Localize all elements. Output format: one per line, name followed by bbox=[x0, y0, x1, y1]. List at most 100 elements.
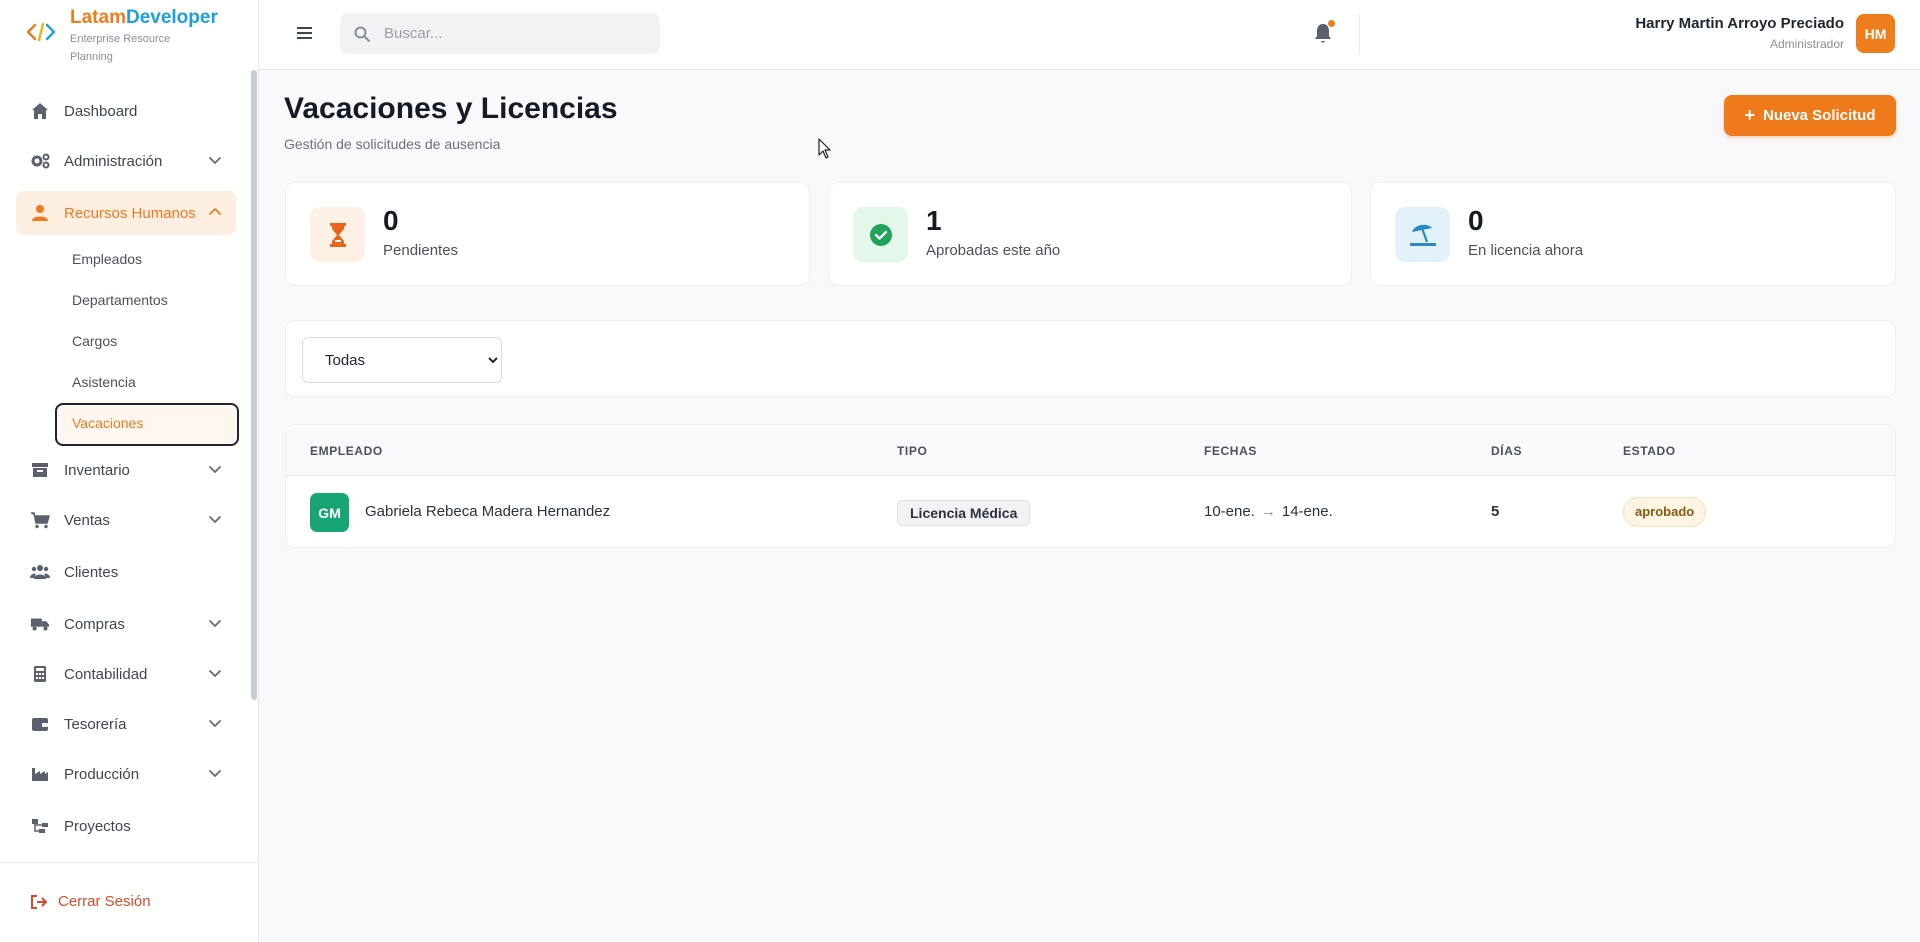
sidebar: LatamDeveloper Enterprise Resource Plann… bbox=[0, 0, 259, 942]
sidebar-subitem-asistencia[interactable]: Asistencia bbox=[55, 362, 239, 403]
cart-icon bbox=[30, 510, 50, 530]
type-badge: Licencia Médica bbox=[897, 500, 1031, 526]
industry-icon bbox=[30, 764, 50, 784]
new-request-button[interactable]: + Nueva Solicitud bbox=[1724, 95, 1896, 136]
col-header-tipo[interactable]: TIPO bbox=[897, 444, 927, 458]
chevron-up-icon bbox=[209, 207, 221, 215]
plus-icon: + bbox=[1744, 105, 1755, 125]
sidebar-item-tesoreria[interactable]: Tesorería bbox=[16, 704, 236, 744]
sitemap-icon bbox=[30, 816, 50, 836]
sidebar-item-label: Inventario bbox=[64, 461, 130, 479]
menu-toggle-icon[interactable] bbox=[295, 24, 315, 42]
sidebar-subitem-empleados[interactable]: Empleados bbox=[55, 239, 239, 280]
home-icon bbox=[30, 101, 50, 121]
sign-out-icon bbox=[31, 895, 48, 909]
sidebar-item-proyectos[interactable]: Proyectos bbox=[16, 806, 236, 846]
sidebar-item-label: Contabilidad bbox=[64, 665, 148, 683]
date-to: 14-ene. bbox=[1281, 503, 1333, 520]
chevron-down-icon bbox=[209, 157, 221, 165]
status-badge: aprobado bbox=[1623, 497, 1707, 527]
calculator-icon bbox=[30, 664, 50, 684]
logout-button[interactable]: Cerrar Sesión bbox=[0, 862, 258, 942]
hourglass-icon bbox=[310, 207, 365, 262]
search-icon bbox=[354, 26, 370, 42]
sidebar-item-dashboard[interactable]: Dashboard bbox=[16, 91, 236, 131]
col-header-dias[interactable]: DÍAS bbox=[1491, 444, 1522, 458]
chevron-down-icon bbox=[209, 466, 221, 474]
stat-value: 1 bbox=[926, 205, 942, 236]
days-count: 5 bbox=[1491, 503, 1500, 520]
stat-label: Aprobadas este año bbox=[926, 242, 1061, 259]
arrow-right-icon: → bbox=[1260, 503, 1276, 520]
gears-icon bbox=[30, 151, 50, 171]
col-header-fechas[interactable]: FECHAS bbox=[1204, 444, 1257, 458]
brand-name: LatamDeveloper bbox=[70, 7, 218, 28]
notification-dot bbox=[1328, 20, 1335, 27]
stat-card-pendientes: 0 Pendientes bbox=[285, 182, 810, 286]
user-name: Harry Martin Arroyo Preciado bbox=[1635, 15, 1844, 32]
search-box bbox=[340, 13, 660, 54]
employee-name: Gabriela Rebeca Madera Hernandez bbox=[365, 503, 611, 520]
sidebar-item-label: Dashboard bbox=[64, 102, 138, 120]
chevron-down-icon bbox=[209, 670, 221, 678]
table-row[interactable]: GM Gabriela Rebeca Madera Hernandez Lice… bbox=[286, 476, 1895, 547]
code-logo-icon bbox=[26, 22, 56, 42]
new-request-label: Nueva Solicitud bbox=[1762, 107, 1876, 124]
topbar-divider bbox=[1359, 14, 1360, 54]
stat-label: En licencia ahora bbox=[1468, 242, 1584, 259]
sidebar-subitem-cargos[interactable]: Cargos bbox=[55, 321, 239, 362]
col-header-estado[interactable]: ESTADO bbox=[1623, 444, 1676, 458]
sidebar-item-label: Administración bbox=[64, 152, 163, 170]
sidebar-item-ventas[interactable]: Ventas bbox=[16, 500, 236, 540]
chevron-down-icon bbox=[209, 720, 221, 728]
stat-card-aprobadas: 1 Aprobadas este año bbox=[828, 182, 1352, 286]
sidebar-item-label: Recursos Humanos bbox=[64, 204, 196, 222]
sidebar-item-label: Proyectos bbox=[64, 817, 131, 835]
rrhh-submenu: Empleados Departamentos Cargos Asistenci… bbox=[0, 239, 252, 446]
check-circle-icon bbox=[853, 207, 908, 262]
employee-avatar: GM bbox=[310, 493, 349, 532]
chevron-down-icon bbox=[209, 770, 221, 778]
truck-icon bbox=[30, 614, 50, 634]
brand[interactable]: LatamDeveloper Enterprise Resource Plann… bbox=[0, 0, 258, 68]
user-avatar[interactable]: HM bbox=[1856, 14, 1895, 53]
page-title: Vacaciones y Licencias bbox=[284, 92, 618, 125]
stat-value: 0 bbox=[383, 205, 399, 236]
sidebar-item-compras[interactable]: Compras bbox=[16, 604, 236, 644]
umbrella-beach-icon bbox=[1395, 207, 1450, 262]
sidebar-item-label: Clientes bbox=[64, 563, 119, 581]
logout-label: Cerrar Sesión bbox=[58, 893, 151, 910]
search-input[interactable] bbox=[384, 25, 624, 42]
sidebar-item-label: Compras bbox=[64, 615, 125, 633]
sidebar-item-label: Producción bbox=[64, 765, 140, 783]
topbar: Harry Martin Arroyo Preciado Administrad… bbox=[259, 0, 1920, 70]
sidebar-item-recursos-humanos[interactable]: Recursos Humanos bbox=[16, 191, 236, 235]
date-from: 10-ene. bbox=[1204, 503, 1255, 520]
sidebar-item-inventario[interactable]: Inventario bbox=[16, 450, 236, 490]
sidebar-item-label: Ventas bbox=[64, 511, 110, 529]
sidebar-item-produccion[interactable]: Producción bbox=[16, 754, 236, 794]
sidebar-item-clientes[interactable]: Clientes bbox=[16, 552, 236, 592]
sidebar-subitem-departamentos[interactable]: Departamentos bbox=[55, 280, 239, 321]
sidebar-item-contabilidad[interactable]: Contabilidad bbox=[16, 654, 236, 694]
status-filter-select[interactable]: Todas bbox=[302, 337, 502, 383]
chevron-down-icon bbox=[209, 620, 221, 628]
col-header-empleado[interactable]: EMPLEADO bbox=[310, 444, 383, 458]
chevron-down-icon bbox=[209, 516, 221, 524]
sidebar-item-administracion[interactable]: Administración bbox=[16, 141, 236, 181]
brand-subtitle: Enterprise Resource Planning bbox=[70, 33, 171, 63]
box-icon bbox=[30, 460, 50, 480]
date-range: 10-ene. → 14-ene. bbox=[1204, 503, 1333, 520]
user-role: Administrador bbox=[1769, 37, 1844, 51]
sidebar-subitem-vacaciones[interactable]: Vacaciones bbox=[55, 403, 239, 446]
page-subtitle: Gestión de solicitudes de ausencia bbox=[284, 136, 501, 152]
stat-value: 0 bbox=[1468, 205, 1484, 236]
filter-panel: Todas bbox=[285, 320, 1896, 397]
users-icon bbox=[30, 562, 50, 582]
wallet-icon bbox=[30, 714, 50, 734]
stat-label: Pendientes bbox=[383, 242, 459, 259]
table-header: EMPLEADO TIPO FECHAS DÍAS ESTADO bbox=[286, 425, 1895, 476]
sidebar-item-label: Tesorería bbox=[64, 715, 127, 733]
sidebar-nav: Dashboard Administración Recursos Humano… bbox=[0, 86, 252, 846]
user-tie-icon bbox=[30, 203, 50, 223]
